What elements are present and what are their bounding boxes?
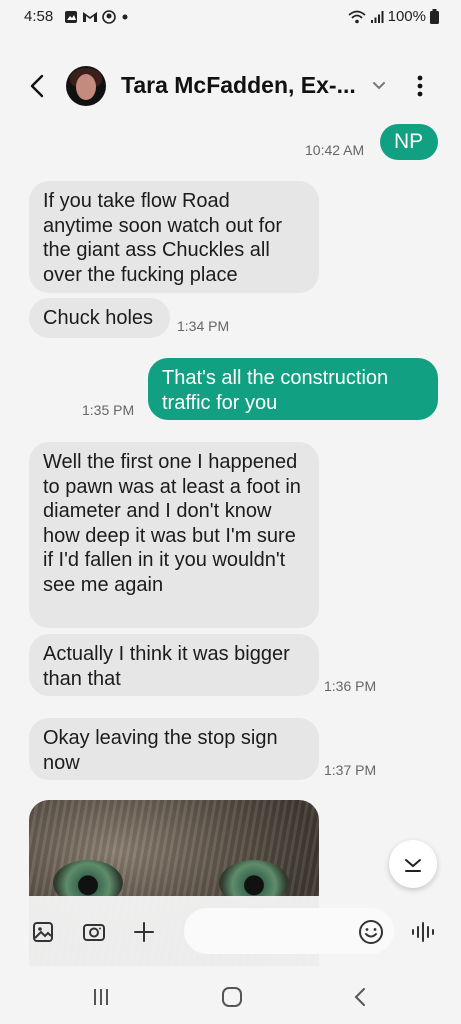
- system-nav-bar: [0, 966, 461, 1024]
- gallery-icon[interactable]: [31, 920, 55, 944]
- gmail-icon: [83, 12, 97, 22]
- camera-icon[interactable]: [82, 920, 106, 944]
- incoming-message[interactable]: Well the first one I happened to pawn wa…: [29, 442, 319, 628]
- message-time: 1:34 PM: [177, 318, 230, 334]
- photo-icon: [65, 11, 77, 23]
- outgoing-message[interactable]: NP: [380, 124, 438, 160]
- plus-icon[interactable]: [132, 920, 156, 944]
- contact-name[interactable]: Tara McFadden, Ex-...: [121, 72, 356, 99]
- incoming-message[interactable]: Actually I think it was bigger than that: [29, 634, 319, 696]
- message-time: 1:35 PM: [82, 402, 135, 418]
- dot-icon: [122, 14, 128, 20]
- message-composer: [0, 896, 461, 966]
- message-time: 10:42 AM: [305, 142, 365, 158]
- voice-record-icon[interactable]: [410, 918, 438, 946]
- messenger-icon: [102, 10, 116, 24]
- chevron-down-line-icon: [405, 859, 421, 872]
- nav-back-icon[interactable]: [350, 986, 372, 1008]
- scroll-to-bottom-button[interactable]: [389, 840, 437, 888]
- notification-icons: [64, 10, 130, 24]
- avatar[interactable]: [66, 66, 106, 106]
- incoming-message[interactable]: Chuck holes: [29, 298, 170, 338]
- status-bar: 4:58 100%: [0, 0, 461, 34]
- status-right: 100%: [348, 8, 439, 25]
- status-time: 4:58: [24, 8, 54, 25]
- message-time: 1:37 PM: [324, 762, 377, 778]
- back-arrow-icon[interactable]: [24, 72, 52, 100]
- home-icon[interactable]: [221, 986, 243, 1008]
- recent-apps-icon[interactable]: [90, 986, 112, 1008]
- battery-icon: [430, 9, 439, 24]
- incoming-message[interactable]: If you take flow Road anytime soon watch…: [29, 181, 319, 293]
- emoji-icon[interactable]: [358, 919, 384, 945]
- message-time: 1:36 PM: [324, 678, 377, 694]
- wifi-icon: [348, 10, 366, 23]
- signal-icon: [370, 10, 384, 23]
- conversation-header: Tara McFadden, Ex-...: [0, 62, 461, 114]
- avatar-face: [76, 74, 96, 100]
- chevron-down-icon[interactable]: [370, 76, 388, 94]
- incoming-message[interactable]: Okay leaving the stop sign now: [29, 718, 319, 780]
- outgoing-message[interactable]: That's all the construction traffic for …: [148, 358, 438, 420]
- battery-percent: 100%: [387, 8, 426, 25]
- more-vert-icon[interactable]: [408, 72, 432, 100]
